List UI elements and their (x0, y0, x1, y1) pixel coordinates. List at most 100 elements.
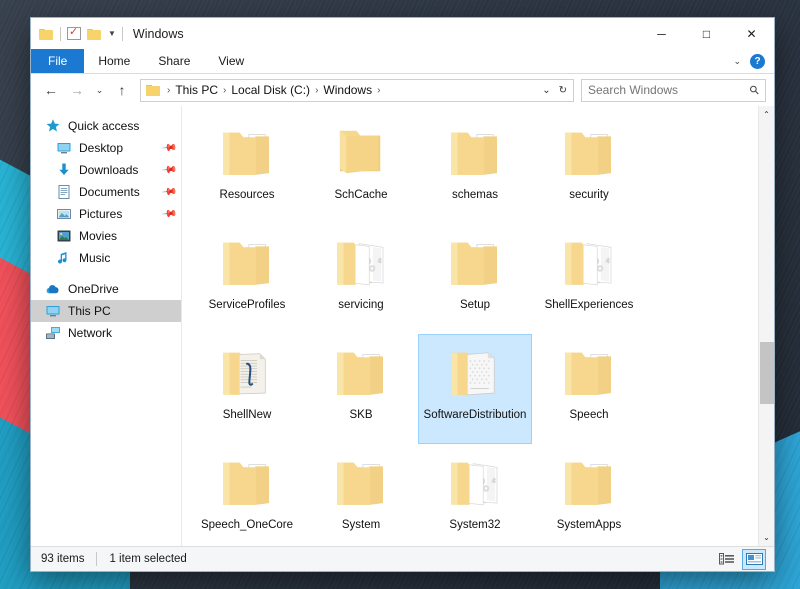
folder-icon (146, 84, 161, 96)
scrollbar-track[interactable] (759, 123, 775, 529)
chevron-down-icon[interactable]: ⌄ (542, 85, 550, 96)
close-button[interactable]: ✕ (729, 18, 774, 49)
vertical-scrollbar[interactable]: ⌃ ⌄ (758, 106, 774, 546)
file-name-label: schemas (451, 189, 499, 201)
sidebar-item-desktop[interactable]: Desktop 📌 (31, 137, 181, 159)
folder-icon[interactable] (39, 28, 54, 40)
sidebar-item-music[interactable]: Music (31, 247, 181, 269)
file-item[interactable]: schemas (418, 114, 532, 224)
folder-open-doc-icon (328, 341, 394, 403)
folder-open-doc-icon (556, 121, 622, 183)
content-area: Resources SchCache schemas security Serv… (182, 106, 774, 546)
search-box[interactable]: ⚲ (581, 78, 766, 102)
folder-open-doc-icon (214, 451, 280, 513)
up-button[interactable]: ↑ (110, 78, 134, 102)
view-mode-buttons (715, 548, 770, 570)
pin-icon[interactable]: 📌 (160, 206, 177, 222)
chevron-down-icon[interactable]: ⌄ (733, 56, 741, 67)
folder-open-doc-icon (442, 121, 508, 183)
file-item[interactable]: Speech (532, 334, 646, 444)
sidebar-item-label: OneDrive (68, 282, 119, 296)
folder-empty-icon (328, 121, 394, 183)
large-icons-view-button[interactable] (742, 548, 766, 570)
tab-view[interactable]: View (204, 49, 258, 73)
folder-gear-doc-icon (556, 231, 622, 293)
breadcrumb-item-this-pc[interactable]: This PC (173, 83, 220, 97)
file-item[interactable]: ServiceProfiles (190, 224, 304, 334)
tab-home[interactable]: Home (84, 49, 144, 73)
breadcrumb-item-local-disk[interactable]: Local Disk (C:) (229, 83, 312, 97)
download-arrow-icon (59, 163, 69, 175)
file-name-label: security (569, 189, 609, 201)
music-note-icon (58, 252, 67, 264)
file-item[interactable]: System32 (418, 444, 532, 546)
file-item[interactable]: ShellNew (190, 334, 304, 444)
tab-share[interactable]: Share (144, 49, 204, 73)
scroll-up-button[interactable]: ⌃ (759, 106, 775, 123)
refresh-icon[interactable]: ↻ (559, 85, 567, 96)
details-view-button[interactable] (715, 549, 739, 570)
sidebar-item-downloads[interactable]: Downloads 📌 (31, 159, 181, 181)
file-item[interactable]: Speech_OneCore (190, 444, 304, 546)
cloud-icon (46, 285, 59, 294)
sidebar-item-label: Music (79, 251, 111, 265)
divider (121, 26, 123, 41)
scroll-down-button[interactable]: ⌄ (759, 529, 775, 546)
sidebar-item-documents[interactable]: Documents 📌 (31, 181, 181, 203)
breadcrumb-item-windows[interactable]: Windows (321, 83, 374, 97)
window-title: Windows (132, 26, 184, 41)
document-icon (58, 185, 70, 199)
caret-down-icon[interactable]: ▼ (108, 29, 116, 38)
star-icon (46, 119, 60, 132)
file-item[interactable]: servicing (304, 224, 418, 334)
file-item[interactable]: SKB (304, 334, 418, 444)
sidebar-item-this-pc[interactable]: This PC (31, 300, 181, 322)
file-item[interactable]: SystemApps (532, 444, 646, 546)
sidebar-item-label: Documents (79, 185, 140, 199)
breadcrumb[interactable]: › This PC › Local Disk (C:) › Windows › … (140, 78, 574, 102)
file-name-label: System32 (449, 519, 501, 531)
folder-icon[interactable] (87, 28, 102, 40)
network-icon (46, 327, 60, 339)
file-name-label: ShellNew (222, 409, 272, 421)
sidebar-item-quick-access[interactable]: Quick access (31, 115, 181, 137)
recent-locations-icon[interactable]: ⌄ (91, 78, 108, 102)
maximize-button[interactable]: □ (684, 18, 729, 49)
checkbox-icon[interactable] (67, 25, 81, 40)
file-item[interactable]: security (532, 114, 646, 224)
file-item[interactable]: SchCache (304, 114, 418, 224)
pin-icon[interactable]: 📌 (160, 162, 177, 178)
file-name-label: SoftwareDistribution (423, 409, 527, 421)
sidebar-item-pictures[interactable]: Pictures 📌 (31, 203, 181, 225)
pin-icon[interactable]: 📌 (160, 140, 177, 156)
file-name-label: SKB (349, 409, 373, 421)
search-input[interactable] (588, 83, 751, 97)
file-name-label: SchCache (334, 189, 388, 201)
sidebar-item-network[interactable]: Network (31, 322, 181, 344)
pin-icon[interactable]: 📌 (160, 184, 177, 200)
folder-gear-doc-icon (328, 231, 394, 293)
file-item[interactable]: System (304, 444, 418, 546)
folder-open-doc-icon (556, 451, 622, 513)
minimize-button[interactable]: ─ (639, 18, 684, 49)
help-icon[interactable]: ? (750, 53, 765, 69)
file-item[interactable]: Resources (190, 114, 304, 224)
sidebar-item-label: Quick access (68, 119, 140, 133)
sidebar-item-movies[interactable]: Movies (31, 225, 181, 247)
back-button[interactable]: ← (39, 78, 63, 102)
folder-icon (565, 132, 611, 175)
sidebar-item-onedrive[interactable]: OneDrive (31, 278, 181, 300)
file-item[interactable]: SoftwareDistribution (418, 334, 532, 444)
folder-icon (565, 462, 611, 505)
folder-icon (223, 242, 269, 285)
tab-file[interactable]: File (31, 49, 85, 73)
selection-status-label: 1 item selected (109, 553, 187, 565)
folder-script-doc-icon (214, 341, 280, 403)
scrollbar-thumb[interactable] (759, 342, 774, 405)
forward-button[interactable]: → (65, 78, 89, 102)
file-item[interactable]: ShellExperiences (532, 224, 646, 334)
file-list: Resources SchCache schemas security Serv… (182, 106, 758, 546)
file-item[interactable]: Setup (418, 224, 532, 334)
window-body: Quick access Desktop 📌 Downloads 📌 Docum… (31, 106, 774, 546)
